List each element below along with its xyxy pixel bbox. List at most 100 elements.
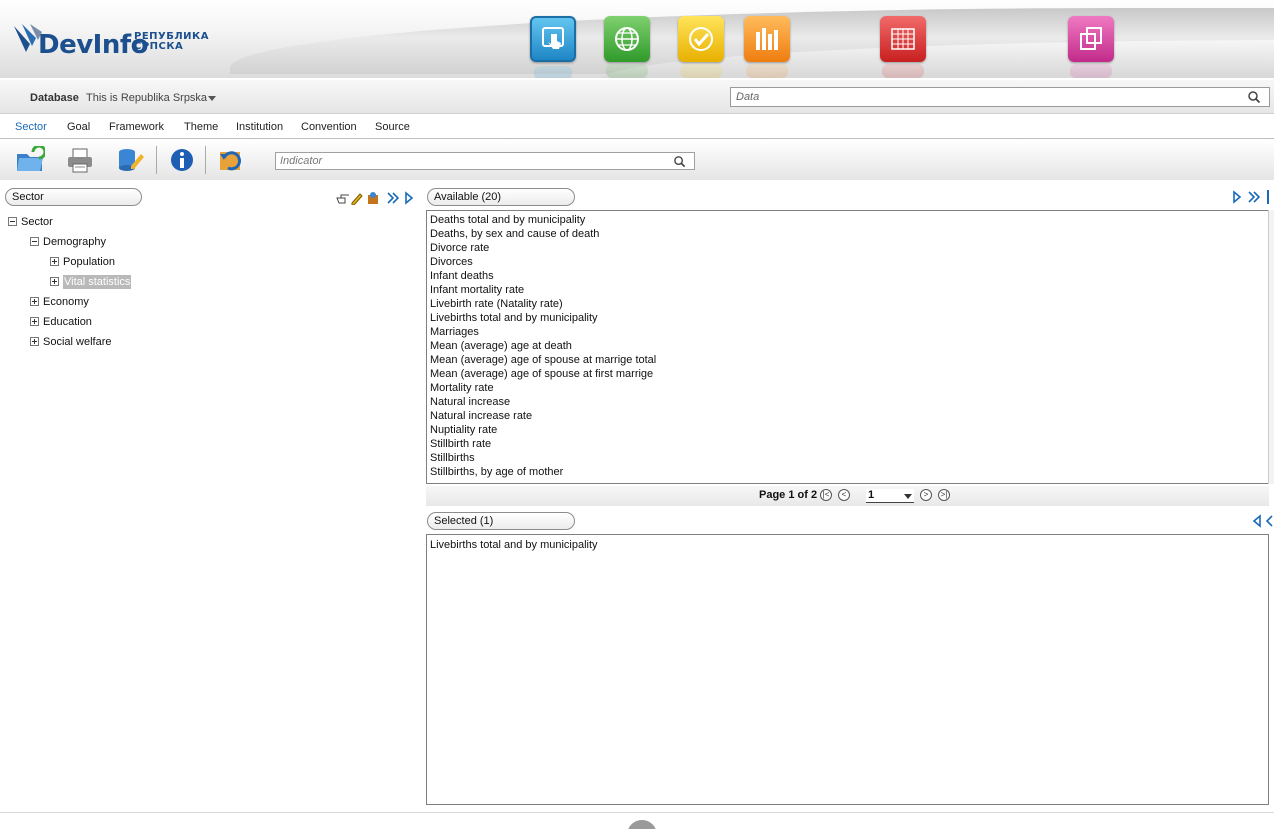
page-select[interactable]: 1	[866, 489, 914, 503]
list-item[interactable]: Infant mortality rate	[430, 284, 524, 296]
tree-node-economy[interactable]: Economy	[30, 296, 89, 308]
search-icon[interactable]	[673, 155, 686, 168]
tab-institution[interactable]: Institution	[236, 121, 283, 133]
info-icon[interactable]	[167, 146, 197, 174]
chevron-down-icon	[904, 494, 912, 499]
tree-label: Sector	[21, 216, 53, 228]
list-item[interactable]: Stillbirths, by age of mother	[430, 466, 563, 478]
list-item[interactable]: Mortality rate	[430, 382, 494, 394]
tab-source[interactable]: Source	[375, 121, 410, 133]
refresh-icon[interactable]	[216, 146, 246, 174]
footer-toggle-button[interactable]	[627, 820, 657, 829]
expand-icon[interactable]	[50, 257, 59, 266]
list-item[interactable]: Deaths, by sex and cause of death	[430, 228, 599, 240]
expand-icon[interactable]	[30, 337, 39, 346]
chevron-down-icon[interactable]	[208, 96, 216, 101]
pencil-icon[interactable]	[350, 191, 364, 205]
list-item[interactable]: Mean (average) age of spouse at marrige …	[430, 354, 656, 366]
tree-label: Demography	[43, 236, 106, 248]
double-chevron-right-icon[interactable]	[386, 191, 400, 205]
data-search-placeholder: Data	[736, 91, 760, 103]
tree-node-vital-statistics[interactable]: Vital statistics	[50, 275, 132, 289]
print-icon[interactable]	[65, 146, 95, 174]
tree-node-population[interactable]: Population	[50, 256, 115, 268]
tree-node-education[interactable]: Education	[30, 316, 92, 328]
list-item[interactable]: Mean (average) age of spouse at first ma…	[430, 368, 653, 380]
toolbar-divider	[156, 146, 157, 174]
list-item[interactable]: Livebirths total and by municipality	[430, 539, 598, 551]
list-item[interactable]: Stillbirth rate	[430, 438, 491, 450]
copy-pages-icon[interactable]	[1068, 16, 1114, 78]
tab-framework[interactable]: Framework	[109, 121, 164, 133]
list-item[interactable]: Natural increase rate	[430, 410, 532, 422]
tree-tools	[336, 191, 416, 207]
chevron-left-icon[interactable]	[1252, 514, 1262, 528]
open-folder-icon[interactable]	[15, 144, 47, 174]
selected-list[interactable]: Livebirths total and by municipality	[426, 534, 1269, 805]
tab-convention[interactable]: Convention	[301, 121, 357, 133]
list-item[interactable]: Stillbirths	[430, 452, 475, 464]
list-item[interactable]: Divorces	[430, 256, 473, 268]
hand-pointer-icon[interactable]	[336, 191, 350, 205]
search-icon[interactable]	[1247, 90, 1261, 104]
selected-panel-header: Selected (1)	[427, 512, 1274, 532]
database-selector[interactable]: This is Republika Srpska	[86, 92, 207, 104]
page-select-value: 1	[868, 489, 875, 501]
tree-label: Economy	[43, 296, 89, 308]
tree-node-sector[interactable]: Sector	[8, 216, 53, 228]
list-item[interactable]: Livebirth rate (Natality rate)	[430, 298, 563, 310]
chevron-right-icon[interactable]	[404, 191, 414, 205]
panel-edge-marker	[1267, 190, 1269, 204]
list-item[interactable]: Marriages	[430, 326, 479, 338]
next-page-icon[interactable]: >	[920, 489, 932, 501]
previous-page-icon[interactable]: <	[838, 489, 850, 501]
tree-node-social-welfare[interactable]: Social welfare	[30, 336, 111, 348]
globe-icon[interactable]	[604, 16, 650, 78]
database-edit-icon[interactable]	[115, 146, 145, 174]
list-item[interactable]: Nuptiality rate	[430, 424, 497, 436]
vertical-scrollbar[interactable]	[1268, 210, 1274, 484]
double-chevron-right-icon[interactable]	[1247, 190, 1261, 204]
category-tabs: Sector Goal Framework Theme Institution …	[0, 115, 1274, 139]
touch-icon[interactable]	[530, 16, 576, 78]
list-item[interactable]: Livebirths total and by municipality	[430, 312, 598, 324]
list-item[interactable]: Divorce rate	[430, 242, 489, 254]
expand-icon[interactable]	[30, 317, 39, 326]
list-item[interactable]: Deaths total and by municipality	[430, 214, 585, 226]
sector-panel-title: Sector	[5, 188, 142, 206]
pagination: Page 1 of 2 |< < 1 > >|	[426, 486, 1269, 506]
expand-icon[interactable]	[30, 297, 39, 306]
available-panel-header: Available (20)	[427, 188, 1274, 208]
tab-goal[interactable]: Goal	[67, 121, 90, 133]
devinfo-logo[interactable]: DevInfo РЕПУБЛИКА СРПСКА	[12, 22, 232, 66]
tree-label-selected: Vital statistics	[63, 275, 132, 289]
bar-chart-icon[interactable]	[744, 16, 790, 78]
collapse-icon[interactable]	[8, 217, 17, 226]
footer-divider	[0, 812, 1274, 813]
tab-theme[interactable]: Theme	[184, 121, 218, 133]
page-indicator: Page 1 of 2	[759, 489, 818, 501]
data-search-input[interactable]: Data	[730, 87, 1270, 107]
tree-node-demography[interactable]: Demography	[30, 236, 106, 248]
first-page-icon[interactable]: |<	[820, 489, 832, 501]
logo-region-text: РЕПУБЛИКА СРПСКА	[134, 32, 209, 52]
tab-sector[interactable]: Sector	[15, 121, 47, 133]
indicator-search-placeholder: Indicator	[280, 155, 323, 167]
expand-icon[interactable]	[50, 277, 59, 286]
table-icon[interactable]	[880, 16, 926, 78]
app-header: DevInfo РЕПУБЛИКА СРПСКА	[0, 0, 1274, 78]
list-item[interactable]: Infant deaths	[430, 270, 494, 282]
available-list[interactable]: Deaths total and by municipality Deaths,…	[426, 210, 1269, 484]
tree-label: Education	[43, 316, 92, 328]
bookmark-icon[interactable]	[366, 191, 380, 205]
last-page-icon[interactable]: >|	[938, 489, 950, 501]
check-icon[interactable]	[678, 16, 724, 78]
logo-brand-text: DevInfo	[38, 30, 149, 60]
indicator-search-input[interactable]: Indicator	[275, 152, 695, 170]
double-chevron-left-icon[interactable]	[1265, 514, 1273, 528]
list-item[interactable]: Natural increase	[430, 396, 510, 408]
tree-label: Social welfare	[43, 336, 112, 348]
collapse-icon[interactable]	[30, 237, 39, 246]
list-item[interactable]: Mean (average) age at death	[430, 340, 572, 352]
chevron-right-icon[interactable]	[1232, 190, 1242, 204]
